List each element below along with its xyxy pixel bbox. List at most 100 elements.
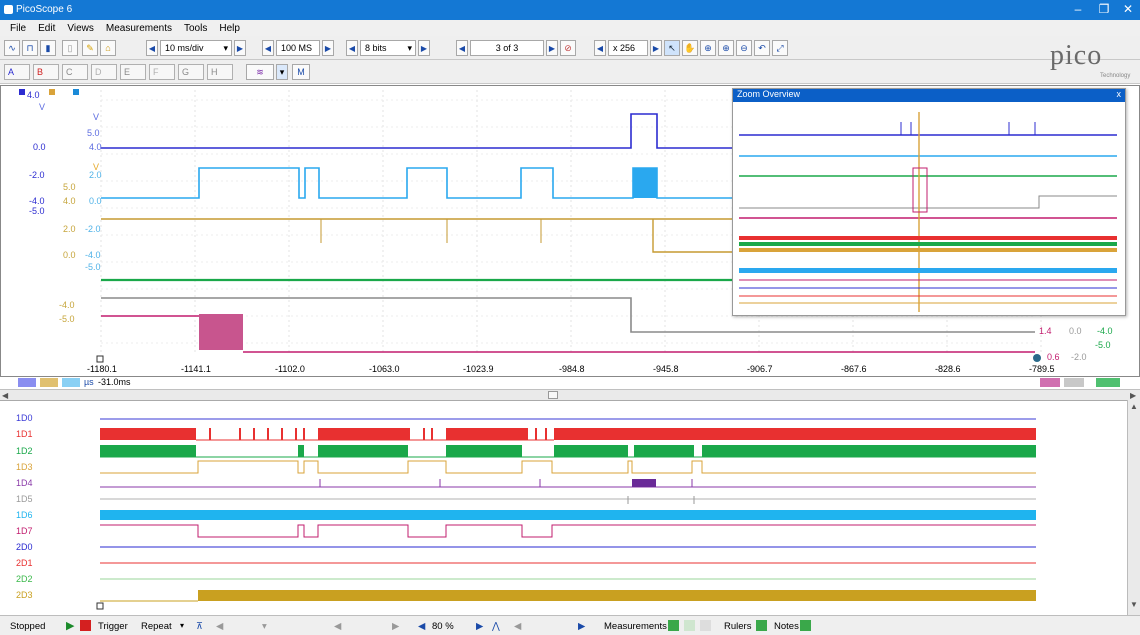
- buffer-first[interactable]: ◀: [456, 40, 468, 56]
- spectrum-mode-icon[interactable]: ▮: [40, 40, 56, 56]
- timebase-increase[interactable]: ▶: [234, 40, 246, 56]
- measurements-label[interactable]: Measurements: [604, 621, 667, 632]
- scroll-thumb[interactable]: [548, 391, 558, 399]
- trigger-edge-icon[interactable]: ⊼: [196, 621, 203, 632]
- horizontal-scrollbar[interactable]: ◀ ▶: [0, 389, 1140, 400]
- channel-b-button[interactable]: B: [33, 64, 59, 80]
- acquisition-state: Stopped: [10, 621, 46, 632]
- samples-decrease[interactable]: ◀: [262, 40, 274, 56]
- stop-icon[interactable]: [80, 620, 91, 631]
- digital-view[interactable]: 1D0 1D1 1D2 1D3 1D4 1D5 1D6 1D7 2D0 2D1 …: [0, 400, 1140, 615]
- rulers-icon[interactable]: [756, 620, 767, 631]
- edit-measurement-icon[interactable]: [684, 620, 695, 631]
- scale-label: V: [93, 112, 100, 122]
- delay-decrease[interactable]: ◀: [514, 621, 521, 632]
- top-left-value: 4.0: [27, 90, 40, 100]
- rulers-label[interactable]: Rulers: [724, 621, 751, 632]
- axis-chip-h[interactable]: [1040, 378, 1060, 387]
- menu-help[interactable]: Help: [219, 23, 240, 34]
- scroll-left-icon[interactable]: ◀: [2, 391, 8, 400]
- channel-d-marker[interactable]: [49, 89, 55, 95]
- run-icon[interactable]: ▶: [66, 619, 74, 632]
- zoom-overview-window[interactable]: Zoom Overview x: [732, 88, 1126, 316]
- close-button[interactable]: ✕: [1118, 2, 1138, 16]
- axis-chip-a[interactable]: [18, 378, 36, 387]
- trigger-mode-select[interactable]: Repeat: [141, 621, 172, 632]
- notes-label[interactable]: Notes: [774, 621, 799, 632]
- zoom-overview-header[interactable]: Zoom Overview x: [733, 89, 1125, 102]
- scroll-down-icon[interactable]: ▼: [1130, 600, 1138, 609]
- scroll-right-icon[interactable]: ▶: [1130, 391, 1136, 400]
- menu-views[interactable]: Views: [67, 23, 94, 34]
- trigger-delay-icon[interactable]: ⋀: [492, 621, 500, 632]
- zoom-factor-select[interactable]: x 256: [608, 40, 648, 56]
- menu-edit[interactable]: Edit: [38, 23, 55, 34]
- chevron-down-icon[interactable]: ▾: [276, 64, 288, 80]
- axis-chip-c[interactable]: [1096, 378, 1120, 387]
- channel-a-button[interactable]: A: [4, 64, 30, 80]
- channel-c-button[interactable]: C: [62, 64, 88, 80]
- scope-mode-icon[interactable]: ∿: [4, 40, 20, 56]
- buffer-navigator-icon[interactable]: ⊘: [560, 40, 576, 56]
- menu-tools[interactable]: Tools: [184, 23, 207, 34]
- channel-a-marker[interactable]: [19, 89, 25, 95]
- resolution-decrease[interactable]: ◀: [346, 40, 358, 56]
- digital-canvas[interactable]: [0, 401, 1127, 616]
- minimize-button[interactable]: –: [1068, 2, 1088, 16]
- timebase-decrease[interactable]: ◀: [146, 40, 158, 56]
- math-channels-icon[interactable]: ≋: [246, 64, 274, 80]
- trigger-source-select[interactable]: ◀: [216, 621, 223, 632]
- channel-h-button[interactable]: H: [207, 64, 233, 80]
- channel-f-button[interactable]: F: [149, 64, 175, 80]
- notes-icon[interactable]: [800, 620, 811, 631]
- trigger-level-increase[interactable]: ▶: [392, 621, 399, 632]
- axis-chip-e[interactable]: [62, 378, 80, 387]
- zoom-factor-increase[interactable]: ▶: [650, 40, 662, 56]
- channel-g-button[interactable]: G: [178, 64, 204, 80]
- samples-increase[interactable]: ▶: [322, 40, 334, 56]
- axis-chip-d[interactable]: [40, 378, 58, 387]
- zoom-factor-decrease[interactable]: ◀: [594, 40, 606, 56]
- samples-select[interactable]: 100 MS: [276, 40, 320, 56]
- persistence-mode-icon[interactable]: ⊓: [22, 40, 38, 56]
- vertical-scrollbar[interactable]: ▲ ▼: [1127, 400, 1140, 615]
- zoom-area-icon[interactable]: ⊕: [700, 40, 716, 56]
- pretrigger-decrease[interactable]: ◀: [418, 621, 425, 632]
- timebase-select[interactable]: 10 ms/div ▾: [160, 40, 232, 56]
- trigger-level-decrease[interactable]: ◀: [334, 621, 341, 632]
- delete-measurement-icon[interactable]: [700, 620, 711, 631]
- probe-icon[interactable]: ✎: [82, 40, 98, 56]
- channel-e-button[interactable]: E: [120, 64, 146, 80]
- maximize-button[interactable]: ❐: [1094, 2, 1114, 16]
- resolution-increase[interactable]: ▶: [418, 40, 430, 56]
- trace-1d1-burst: [446, 428, 528, 440]
- menu-file[interactable]: File: [10, 23, 26, 34]
- zoom-in-icon[interactable]: ⊕: [718, 40, 734, 56]
- menu-measurements[interactable]: Measurements: [106, 23, 172, 34]
- reference-waveform-icon[interactable]: M: [292, 64, 310, 80]
- chevron-down-icon[interactable]: ▾: [180, 621, 184, 630]
- pointer-tool-icon[interactable]: ↖: [664, 40, 680, 56]
- channel-d-button[interactable]: D: [91, 64, 117, 80]
- pretrigger-increase[interactable]: ▶: [476, 621, 483, 632]
- mso-mode-icon[interactable]: ▯: [62, 40, 78, 56]
- pretrigger-value[interactable]: 80 %: [432, 621, 454, 632]
- buffer-next[interactable]: ▶: [546, 40, 558, 56]
- chevron-down-icon[interactable]: ▾: [262, 621, 267, 632]
- zoom-overview-canvas[interactable]: [733, 102, 1125, 315]
- buffer-navigator[interactable]: 3 of 3: [470, 40, 544, 56]
- axis-chip-g[interactable]: [1064, 378, 1084, 387]
- resolution-select[interactable]: 8 bits ▾: [360, 40, 416, 56]
- home-icon[interactable]: ⌂: [100, 40, 116, 56]
- hand-tool-icon[interactable]: ✋: [682, 40, 698, 56]
- samples-value: 100 MS: [281, 43, 313, 53]
- zoom-overview-close-button[interactable]: x: [1117, 89, 1122, 99]
- zoom-out-icon[interactable]: ⊖: [736, 40, 752, 56]
- channel-e-marker[interactable]: [73, 89, 79, 95]
- zoom-trace-1d6: [739, 268, 1117, 273]
- add-measurement-icon[interactable]: [668, 620, 679, 631]
- undo-zoom-icon[interactable]: ↶: [754, 40, 770, 56]
- delay-increase[interactable]: ▶: [578, 621, 585, 632]
- zoom-to-fit-icon[interactable]: ⤢: [772, 40, 788, 56]
- scroll-up-icon[interactable]: ▲: [1130, 402, 1138, 411]
